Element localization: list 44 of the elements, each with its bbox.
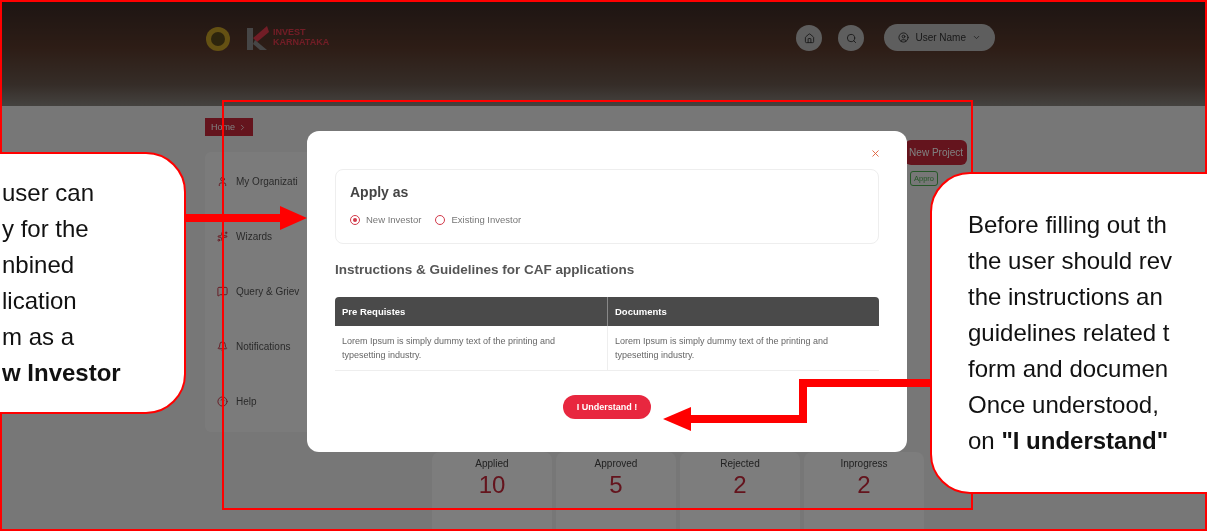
stat-label: Applied bbox=[475, 458, 509, 469]
sidebar-item[interactable]: My Organizati bbox=[205, 170, 331, 193]
stat-value: 10 bbox=[478, 471, 506, 499]
user-menu-button[interactable]: User Name bbox=[884, 24, 995, 51]
sidebar-item[interactable]: Query & Griev bbox=[205, 280, 331, 303]
callout-text: user can y for the nbined lication m as a w Investor bbox=[2, 178, 121, 388]
instructions-title: Instructions & Guidelines for CAF applications bbox=[335, 262, 636, 277]
column-header: Documents bbox=[607, 297, 879, 326]
bell-icon bbox=[217, 341, 228, 352]
stat-value: 5 bbox=[609, 471, 623, 499]
user-icon bbox=[217, 176, 228, 187]
radio-label: Existing Investor bbox=[451, 214, 522, 225]
callout-text: Before filling out th the user should rev the instructions an guidelines related t form and documen Once understood, on "I understand" bbox=[968, 210, 1173, 456]
search-button[interactable] bbox=[838, 25, 865, 51]
wizard-icon bbox=[217, 231, 228, 242]
chat-icon bbox=[217, 286, 228, 297]
radio-option[interactable]: New Investor bbox=[350, 214, 422, 225]
sidebar-item[interactable]: Wizards bbox=[205, 225, 331, 248]
stat-label: Rejected bbox=[720, 458, 760, 469]
home-button[interactable] bbox=[796, 25, 823, 51]
understand-button[interactable]: I Understand ! bbox=[562, 395, 652, 419]
table-cell: Lorem Ipsum is simply dummy text of the printing and typesetting industry. bbox=[335, 326, 607, 371]
sidebar-item[interactable]: Notifications bbox=[205, 335, 331, 358]
radio-option[interactable]: Existing Investor bbox=[435, 214, 522, 225]
home-icon bbox=[803, 32, 815, 44]
stat-value: 2 bbox=[733, 471, 747, 499]
stat-value: 2 bbox=[857, 471, 871, 499]
table-cell: Lorem Ipsum is simply dummy text of the printing and typesetting industry. bbox=[607, 326, 879, 371]
user-icon bbox=[898, 32, 910, 43]
stat-label: Approved bbox=[594, 458, 638, 469]
sidebar-item[interactable]: Help bbox=[205, 390, 331, 413]
chevron-icon bbox=[238, 122, 247, 132]
close-icon[interactable] bbox=[870, 148, 881, 159]
search-icon bbox=[845, 32, 857, 44]
brand-name: INVEST KARNATAKA bbox=[273, 27, 330, 47]
caret-icon bbox=[972, 33, 981, 42]
emblem-icon bbox=[205, 26, 231, 52]
apply-as-title: Apply as bbox=[350, 184, 410, 200]
help-icon bbox=[217, 396, 228, 407]
new-project-button[interactable]: New Project bbox=[905, 140, 967, 165]
radio-label: New Investor bbox=[366, 214, 422, 225]
logo-mark-icon bbox=[247, 24, 269, 50]
stat-label: Inprogress bbox=[840, 458, 888, 469]
column-header: Pre Requistes bbox=[335, 297, 607, 326]
